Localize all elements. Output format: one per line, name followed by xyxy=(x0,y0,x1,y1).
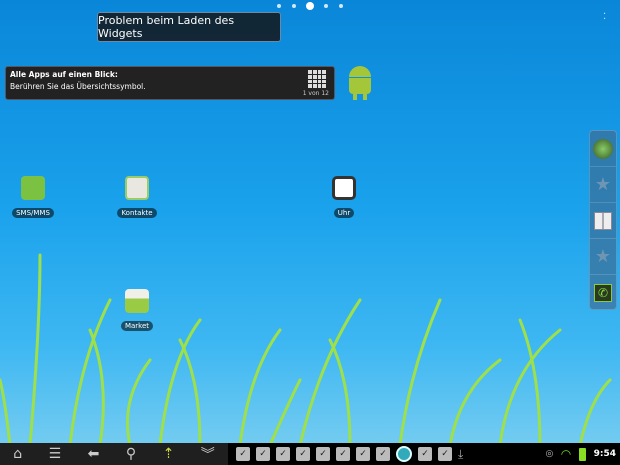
sms-icon xyxy=(21,176,45,200)
star-icon[interactable]: ★ xyxy=(590,167,616,203)
task-icon[interactable]: ✓ xyxy=(256,447,270,461)
menu-icon[interactable]: ☰ xyxy=(49,446,62,462)
search-icon[interactable]: ⚲ xyxy=(126,446,136,462)
back-icon[interactable]: ⬅ xyxy=(88,446,100,462)
widget-error-toast: Problem beim Laden des Widgets xyxy=(97,12,281,42)
app-label: Market xyxy=(120,321,154,331)
page-dot[interactable] xyxy=(277,4,281,8)
task-icon[interactable]: ✓ xyxy=(336,447,350,461)
globe-icon[interactable] xyxy=(590,131,616,167)
all-apps-icon xyxy=(308,70,326,88)
download-icon[interactable]: ⤓ xyxy=(458,447,463,462)
clock-time: 9:54 xyxy=(593,449,616,459)
page-dot[interactable] xyxy=(292,4,296,8)
app-label: Uhr xyxy=(333,208,355,218)
star-icon[interactable]: ★ xyxy=(590,239,616,275)
app-sms[interactable]: SMS/MMS xyxy=(3,176,63,219)
status-area[interactable]: ◎ ◠ 9:54 xyxy=(546,447,620,461)
task-icon[interactable]: ✓ xyxy=(376,447,390,461)
sync-icon: ◎ xyxy=(545,449,554,459)
app-contacts[interactable]: Kontakte xyxy=(107,176,167,219)
task-icon[interactable]: ✓ xyxy=(236,447,250,461)
task-icon[interactable]: ✓ xyxy=(296,447,310,461)
page-dot[interactable] xyxy=(324,4,328,8)
quick-launch-dock: ★ ★ ✆ xyxy=(589,130,617,310)
tip-page-count: 1 von 12 xyxy=(302,90,329,97)
wifi-icon: ◠ xyxy=(561,447,571,461)
task-icon[interactable]: ✓ xyxy=(356,447,370,461)
task-icon[interactable]: ✓ xyxy=(438,447,452,461)
market-icon xyxy=(125,289,149,313)
clock-icon xyxy=(332,176,356,200)
tip-text: Berühren Sie das Übersichtssymbol. xyxy=(10,82,146,91)
app-clock[interactable]: Uhr xyxy=(314,176,374,219)
toast-text: Problem beim Laden des Widgets xyxy=(98,14,235,40)
system-bar: ⌂ ☰ ⬅ ⚲ ⇡ ︾ ✓ ✓ ✓ ✓ ✓ ✓ ✓ ✓ ✓ ✓ ⤓ ◎ ◠ 9:54 xyxy=(0,443,620,465)
contacts-icon xyxy=(125,176,149,200)
home-icon[interactable]: ⌂ xyxy=(13,446,22,462)
app-label: SMS/MMS xyxy=(12,208,54,218)
nav-buttons: ⌂ ☰ ⬅ ⚲ ⇡ ︾ xyxy=(0,443,228,465)
task-icon[interactable]: ✓ xyxy=(316,447,330,461)
collapse-icon[interactable]: ︾ xyxy=(201,444,215,464)
overflow-menu-icon[interactable]: · · xyxy=(603,10,606,25)
task-icon[interactable]: ✓ xyxy=(418,447,432,461)
page-dot[interactable] xyxy=(339,4,343,8)
tip-title: Alle Apps auf einen Blick: xyxy=(10,70,118,79)
phone-icon[interactable]: ✆ xyxy=(590,275,616,311)
android-circle-icon[interactable] xyxy=(396,446,412,462)
android-icon[interactable] xyxy=(345,64,375,102)
task-icon[interactable]: ✓ xyxy=(276,447,290,461)
app-label: Kontakte xyxy=(117,208,157,218)
apps-grid-icon[interactable] xyxy=(590,203,616,239)
upload-icon[interactable]: ⇡ xyxy=(163,446,175,462)
tip-bubble[interactable]: Alle Apps auf einen Blick: Berühren Sie … xyxy=(5,66,335,100)
page-dot-current[interactable] xyxy=(306,2,314,10)
app-market[interactable]: Market xyxy=(107,289,167,332)
notification-area[interactable]: ✓ ✓ ✓ ✓ ✓ ✓ ✓ ✓ ✓ ✓ ⤓ xyxy=(236,446,463,462)
battery-icon xyxy=(578,447,586,461)
